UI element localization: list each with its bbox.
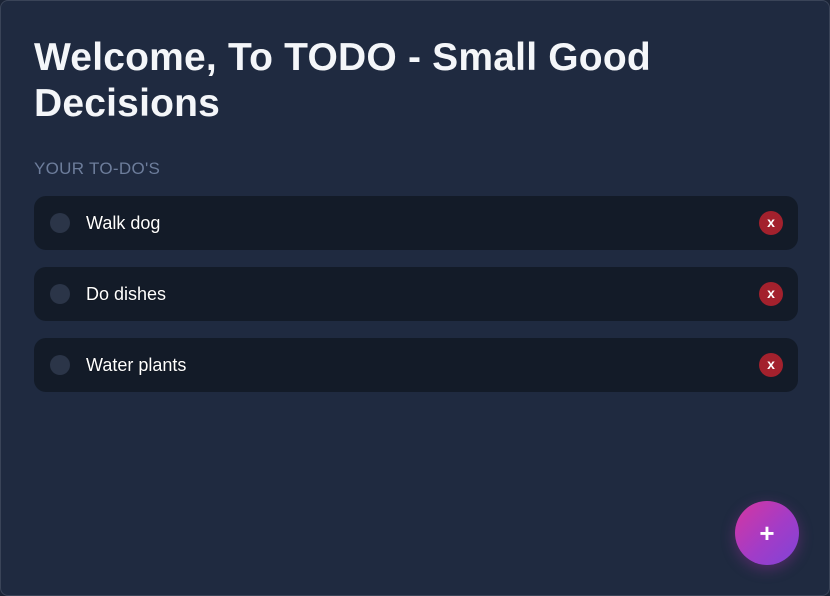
plus-icon: + [759,518,775,548]
section-label: YOUR TO-DO'S [34,159,161,178]
todo-checkbox[interactable] [50,213,70,233]
app-window: Welcome, To TODO - Small Good Decisions … [0,0,830,596]
delete-button[interactable]: x [759,282,783,306]
todo-item: Walk dog x [34,196,798,250]
todo-checkbox[interactable] [50,355,70,375]
delete-button[interactable]: x [759,353,783,377]
todo-text: Do dishes [86,284,167,304]
todo-text: Water plants [86,355,187,375]
todo-list: Walk dog x Do dishes x Water plants x [34,196,798,409]
todo-text: Walk dog [86,213,161,233]
todo-item: Water plants x [34,338,798,392]
add-todo-button[interactable]: + [735,501,799,565]
delete-button[interactable]: x [759,211,783,235]
todo-item: Do dishes x [34,267,798,321]
page-title: Welcome, To TODO - Small Good Decisions [34,36,651,125]
todo-checkbox[interactable] [50,284,70,304]
